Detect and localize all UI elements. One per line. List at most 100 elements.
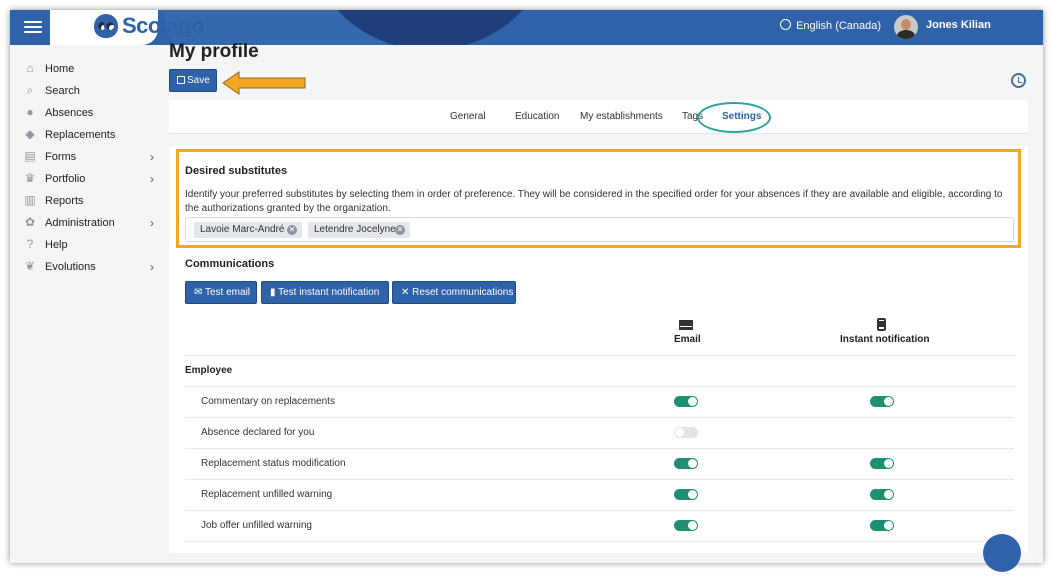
owl-logo-icon	[94, 14, 118, 38]
reports-icon: ▥	[24, 193, 36, 207]
button-label: Reset communications	[412, 287, 514, 298]
tab-bar: General Education My establishments Tags…	[169, 100, 1028, 134]
history-icon[interactable]	[1011, 73, 1026, 88]
user-name[interactable]: Jones Kilian	[926, 19, 991, 31]
substitutes-description: Identify your preferred substitutes by s…	[185, 189, 1003, 214]
instant-toggle-job-offer-unfilled[interactable]	[870, 520, 894, 531]
absences-icon: ●	[26, 105, 34, 119]
chip-label: Lavoie Marc-André	[200, 224, 285, 235]
sidebar-item-label: Forms	[45, 151, 77, 163]
sidebar-item-label: Reports	[45, 195, 84, 207]
remove-chip-icon[interactable]: ✕	[287, 225, 297, 235]
sidebar: ⌂ Home ⌕ Search ● Absences ◆ Replacement…	[10, 45, 169, 563]
substitute-chip: Lavoie Marc-André ✕	[194, 222, 302, 238]
instant-column-header: Instant notification	[840, 334, 930, 345]
globe-icon	[780, 19, 791, 30]
chevron-right-icon: ›	[150, 172, 154, 186]
replacements-icon: ◆	[25, 127, 35, 141]
sidebar-item-replacements[interactable]: ◆ Replacements	[10, 125, 169, 147]
test-email-button[interactable]: ✉ Test email	[185, 281, 257, 304]
email-toggle-replacement-status[interactable]	[674, 458, 698, 469]
annotation-arrow	[222, 71, 306, 95]
floppy-icon	[177, 76, 185, 84]
substitutes-heading: Desired substitutes	[185, 165, 288, 177]
divider	[185, 541, 1014, 542]
save-label: Save	[187, 75, 210, 86]
settings-highlight-ring	[697, 102, 771, 133]
divider	[185, 355, 1014, 356]
mobile-icon	[877, 318, 886, 331]
sprout-icon: ❦	[24, 259, 36, 273]
sidebar-item-label: Replacements	[45, 129, 116, 141]
row-job-offer-unfilled-label: Job offer unfilled warning	[201, 520, 312, 531]
phone-icon: ▮	[270, 287, 276, 298]
sidebar-item-search[interactable]: ⌕ Search	[10, 81, 169, 103]
instant-toggle-replacement-unfilled[interactable]	[870, 489, 894, 500]
trophy-icon: ♛	[24, 171, 36, 185]
divider	[185, 479, 1014, 480]
employee-section-heading: Employee	[185, 365, 233, 376]
instant-toggle-replacement-status[interactable]	[870, 458, 894, 469]
gear-icon: ✿	[24, 215, 36, 229]
envelope-icon	[679, 320, 693, 330]
mail-icon: ✉	[194, 287, 203, 298]
instant-toggle-commentary[interactable]	[870, 396, 894, 407]
divider	[185, 510, 1014, 511]
row-replacement-unfilled-label: Replacement unfilled warning	[201, 489, 333, 500]
remove-chip-icon[interactable]: ✕	[395, 225, 405, 235]
row-commentary-label: Commentary on replacements	[201, 396, 335, 407]
tab-my-establishments[interactable]: My establishments	[580, 111, 663, 122]
email-column-header: Email	[674, 334, 701, 345]
top-bar: Scolago English (Canada) Jones Kilian	[10, 10, 1043, 45]
sidebar-item-label: Home	[45, 63, 75, 75]
reset-communications-button[interactable]: ✕ Reset communications	[392, 281, 516, 304]
close-icon: ✕	[401, 287, 410, 298]
language-label: English (Canada)	[796, 20, 882, 32]
sidebar-item-label: Absences	[45, 107, 94, 119]
sidebar-item-help[interactable]: ? Help	[10, 235, 169, 257]
logo-area[interactable]: Scolago	[50, 10, 205, 45]
question-icon: ?	[26, 237, 34, 251]
home-icon: ⌂	[26, 61, 34, 75]
sidebar-item-label: Search	[45, 85, 80, 97]
sidebar-item-administration[interactable]: ✿ Administration ›	[10, 213, 169, 235]
substitute-chip: Letendre Jocelyne ✕	[308, 222, 410, 238]
button-label: Test email	[205, 287, 251, 298]
email-toggle-absence-declared[interactable]	[674, 427, 698, 438]
menu-icon[interactable]	[24, 18, 42, 36]
email-toggle-replacement-unfilled[interactable]	[674, 489, 698, 500]
substitutes-input[interactable]: Lavoie Marc-André ✕ Letendre Jocelyne ✕	[185, 217, 1014, 242]
communications-heading: Communications	[185, 258, 275, 270]
search-icon: ⌕	[26, 83, 34, 97]
chevron-right-icon: ›	[150, 260, 154, 274]
divider	[185, 386, 1014, 387]
page-title: My profile	[169, 41, 259, 62]
sidebar-item-absences[interactable]: ● Absences	[10, 103, 169, 125]
test-instant-notification-button[interactable]: ▮ Test instant notification	[261, 281, 389, 304]
sidebar-item-label: Portfolio	[45, 173, 86, 185]
chat-fab-button[interactable]	[983, 534, 1021, 572]
sidebar-item-label: Administration	[45, 217, 115, 229]
avatar[interactable]	[894, 15, 918, 39]
chevron-right-icon: ›	[150, 150, 154, 164]
sidebar-item-reports[interactable]: ▥ Reports	[10, 191, 169, 213]
sidebar-item-evolutions[interactable]: ❦ Evolutions ›	[10, 257, 169, 279]
email-toggle-commentary[interactable]	[674, 396, 698, 407]
tab-education[interactable]: Education	[515, 111, 559, 122]
sidebar-item-portfolio[interactable]: ♛ Portfolio ›	[10, 169, 169, 191]
row-replacement-status-label: Replacement status modification	[201, 458, 346, 469]
language-selector[interactable]: English (Canada)	[780, 19, 881, 32]
email-toggle-job-offer-unfilled[interactable]	[674, 520, 698, 531]
row-absence-declared-label: Absence declared for you	[201, 427, 315, 438]
divider	[185, 448, 1014, 449]
save-button[interactable]: Save	[169, 69, 217, 92]
chevron-right-icon: ›	[150, 216, 154, 230]
sidebar-item-label: Evolutions	[45, 261, 96, 273]
sidebar-item-home[interactable]: ⌂ Home	[10, 59, 169, 81]
sidebar-item-forms[interactable]: ▤ Forms ›	[10, 147, 169, 169]
tab-general[interactable]: General	[450, 111, 486, 122]
button-label: Test instant notification	[278, 287, 380, 298]
chip-label: Letendre Jocelyne	[314, 224, 396, 235]
logo-text: Scolago	[122, 13, 205, 38]
divider	[185, 417, 1014, 418]
